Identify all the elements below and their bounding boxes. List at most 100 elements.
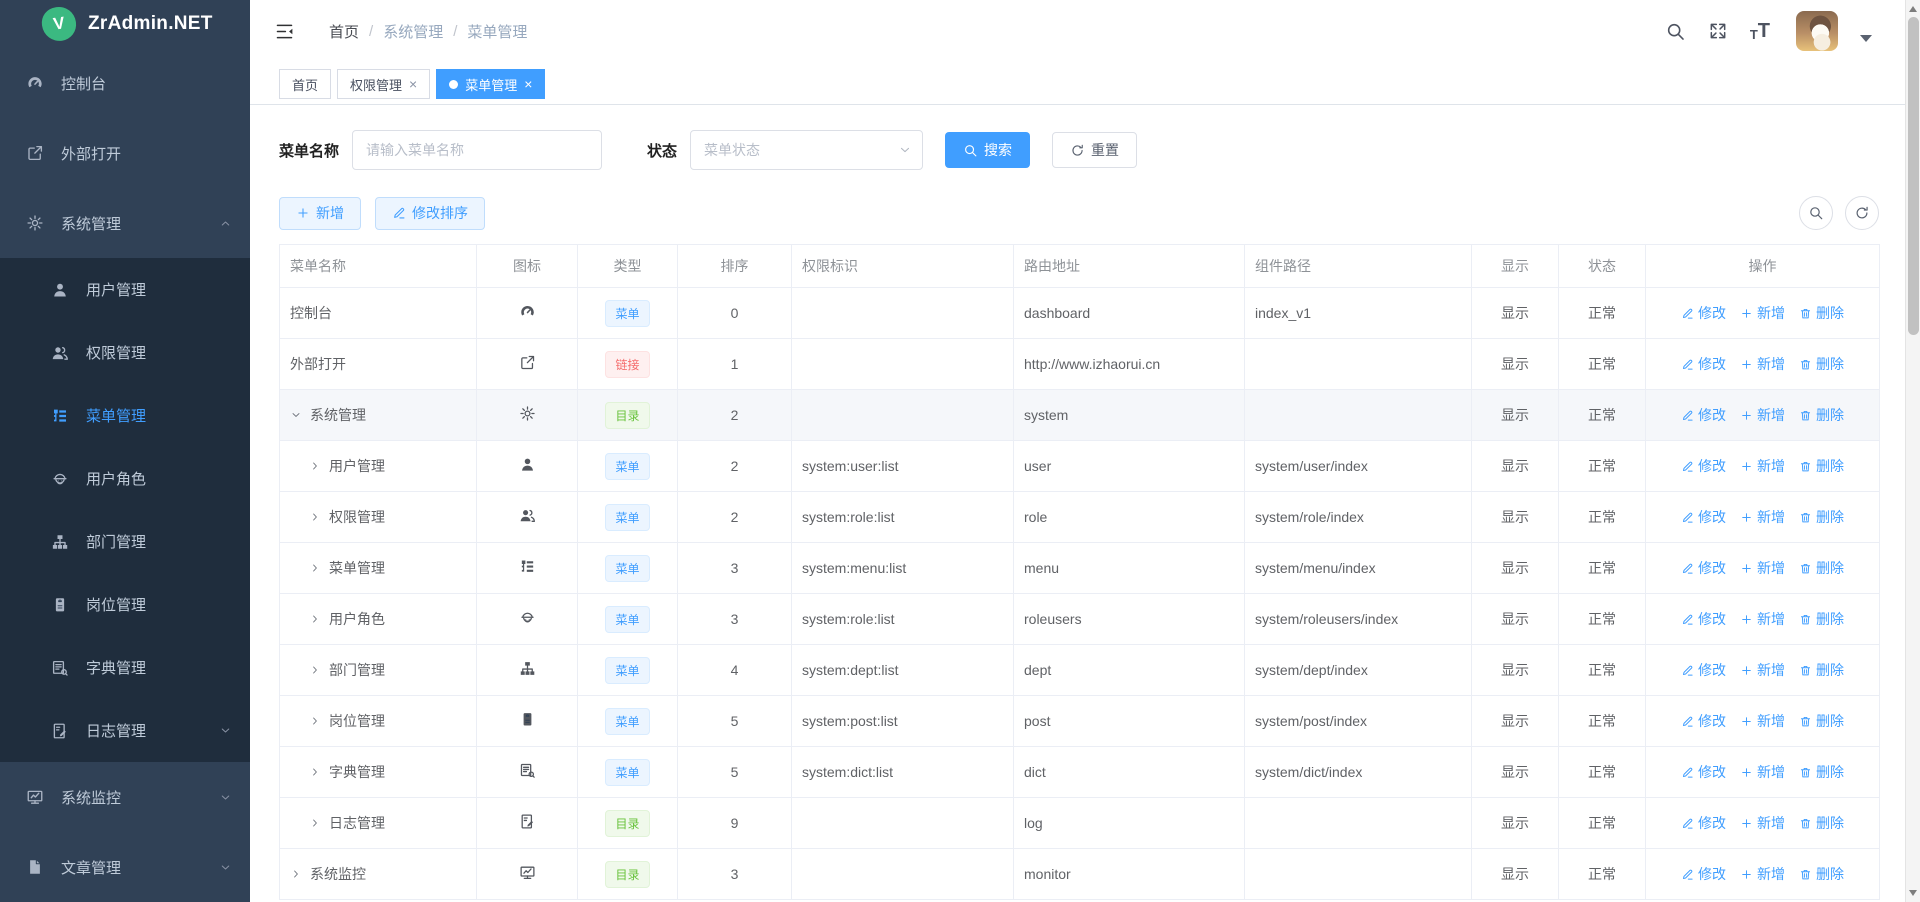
row-delete-link[interactable]: 删除 — [1799, 405, 1844, 425]
tab-role[interactable]: 权限管理× — [337, 69, 430, 99]
table-row-log[interactable]: 日志管理目录9log显示正常修改新增删除 — [280, 798, 1880, 849]
app-logo[interactable]: V ZrAdmin.NET — [0, 0, 250, 48]
table-row-external[interactable]: 外部打开链接1http://www.izhaorui.cn显示正常修改新增删除 — [280, 339, 1880, 390]
search-icon[interactable] — [1665, 21, 1686, 42]
search-button[interactable]: 搜索 — [945, 132, 1030, 168]
row-edit-link[interactable]: 修改 — [1681, 762, 1726, 782]
row-add-link[interactable]: 新增 — [1740, 303, 1785, 323]
row-delete-link[interactable]: 删除 — [1799, 711, 1844, 731]
type-tag: 目录 — [605, 810, 649, 837]
ops-cell: 修改新增删除 — [1646, 747, 1880, 798]
menu-name: 控制台 — [290, 303, 332, 323]
component-cell — [1245, 798, 1472, 849]
table-row-dict[interactable]: 字典管理菜单5system:dict:listdictsystem/dict/i… — [280, 747, 1880, 798]
tab-home[interactable]: 首页 — [279, 69, 331, 99]
dict-icon — [50, 659, 70, 677]
row-add-link[interactable]: 新增 — [1740, 762, 1785, 782]
row-delete-link[interactable]: 删除 — [1799, 456, 1844, 476]
close-icon[interactable]: × — [409, 77, 417, 91]
breadcrumb-item[interactable]: 首页 — [329, 21, 359, 42]
menu-name: 用户管理 — [329, 456, 385, 476]
caret-down-icon[interactable] — [1860, 35, 1872, 42]
sidebar-item-monitor[interactable]: 系统监控 — [0, 762, 250, 832]
show-search-button[interactable] — [1799, 196, 1833, 230]
sidebar-item-dept[interactable]: 部门管理 — [0, 510, 250, 573]
table-row-system[interactable]: 系统管理目录2system显示正常修改新增删除 — [280, 390, 1880, 441]
menu-name-input[interactable] — [352, 130, 602, 170]
sidebar-item-dict[interactable]: 字典管理 — [0, 636, 250, 699]
row-edit-link[interactable]: 修改 — [1681, 813, 1726, 833]
row-edit-link[interactable]: 修改 — [1681, 507, 1726, 527]
sidebar-item-system[interactable]: 系统管理 — [0, 188, 250, 258]
tab-menu[interactable]: 菜单管理× — [436, 69, 545, 99]
scrollbar-thumb[interactable] — [1908, 17, 1919, 335]
row-edit-link[interactable]: 修改 — [1681, 660, 1726, 680]
row-delete-link[interactable]: 删除 — [1799, 762, 1844, 782]
row-edit-link[interactable]: 修改 — [1681, 609, 1726, 629]
row-add-link[interactable]: 新增 — [1740, 354, 1785, 374]
sidebar-item-menu[interactable]: 菜单管理 — [0, 384, 250, 447]
row-add-link[interactable]: 新增 — [1740, 405, 1785, 425]
sidebar-item-log[interactable]: 日志管理 — [0, 699, 250, 762]
sidebar-item-role[interactable]: 权限管理 — [0, 321, 250, 384]
plus-icon — [1740, 817, 1753, 830]
sidebar-item-user[interactable]: 用户管理 — [0, 258, 250, 321]
scroll-down-icon[interactable] — [1909, 890, 1917, 896]
user-avatar[interactable] — [1796, 11, 1838, 51]
row-delete-link[interactable]: 删除 — [1799, 864, 1844, 884]
table-row-user[interactable]: 用户管理菜单2system:user:listusersystem/user/i… — [280, 441, 1880, 492]
menu-type-cell: 菜单 — [578, 747, 678, 798]
row-edit-link[interactable]: 修改 — [1681, 456, 1726, 476]
close-icon[interactable]: × — [524, 77, 532, 91]
row-add-link[interactable]: 新增 — [1740, 507, 1785, 527]
refresh-table-button[interactable] — [1845, 196, 1879, 230]
table-row-role[interactable]: 权限管理菜单2system:role:listrolesystem/role/i… — [280, 492, 1880, 543]
row-delete-link[interactable]: 删除 — [1799, 303, 1844, 323]
table-row-monitor[interactable]: 系统监控目录3monitor显示正常修改新增删除 — [280, 849, 1880, 900]
row-add-link[interactable]: 新增 — [1740, 456, 1785, 476]
sidebar-item-external[interactable]: 外部打开 — [0, 118, 250, 188]
reset-button[interactable]: 重置 — [1052, 132, 1137, 168]
row-delete-link[interactable]: 删除 — [1799, 354, 1844, 374]
sidebar-item-roleusers[interactable]: 用户角色 — [0, 447, 250, 510]
sidebar-item-post[interactable]: 岗位管理 — [0, 573, 250, 636]
row-edit-link[interactable]: 修改 — [1681, 558, 1726, 578]
table-row-dept[interactable]: 部门管理菜单4system:dept:listdeptsystem/dept/i… — [280, 645, 1880, 696]
table-row-post[interactable]: 岗位管理菜单5system:post:listpostsystem/post/i… — [280, 696, 1880, 747]
row-edit-link[interactable]: 修改 — [1681, 405, 1726, 425]
sidebar-item-dashboard[interactable]: 控制台 — [0, 48, 250, 118]
sidebar-item-article[interactable]: 文章管理 — [0, 832, 250, 902]
row-edit-link[interactable]: 修改 — [1681, 303, 1726, 323]
table-row-menu[interactable]: 菜单管理菜单3system:menu:listmenusystem/menu/i… — [280, 543, 1880, 594]
row-add-link[interactable]: 新增 — [1740, 660, 1785, 680]
row-add-link[interactable]: 新增 — [1740, 711, 1785, 731]
status-select-input[interactable] — [690, 130, 923, 170]
fullscreen-icon[interactable] — [1708, 21, 1728, 41]
row-delete-link[interactable]: 删除 — [1799, 507, 1844, 527]
row-edit-link[interactable]: 修改 — [1681, 864, 1726, 884]
page-scrollbar[interactable] — [1905, 0, 1920, 902]
top-navbar: 首页/系统管理/菜单管理 TT — [250, 0, 1920, 62]
row-add-link[interactable]: 新增 — [1740, 609, 1785, 629]
row-delete-link[interactable]: 删除 — [1799, 609, 1844, 629]
row-add-link[interactable]: 新增 — [1740, 558, 1785, 578]
edit-sort-button[interactable]: 修改排序 — [375, 197, 485, 230]
row-edit-link[interactable]: 修改 — [1681, 711, 1726, 731]
row-delete-link[interactable]: 删除 — [1799, 813, 1844, 833]
row-delete-link[interactable]: 删除 — [1799, 558, 1844, 578]
component-cell: system/menu/index — [1245, 543, 1472, 594]
status-select[interactable] — [690, 130, 923, 170]
plus-icon — [1740, 409, 1753, 422]
row-add-link[interactable]: 新增 — [1740, 864, 1785, 884]
sidebar-item-label: 系统管理 — [61, 213, 202, 234]
row-delete-link[interactable]: 删除 — [1799, 660, 1844, 680]
perm-cell: system:dict:list — [792, 747, 1014, 798]
font-size-icon[interactable]: TT — [1750, 21, 1770, 41]
menu-fold-icon[interactable] — [274, 21, 295, 42]
table-row-dashboard[interactable]: 控制台菜单0dashboardindex_v1显示正常修改新增删除 — [280, 288, 1880, 339]
add-button[interactable]: 新增 — [279, 197, 361, 230]
table-row-roleusers[interactable]: 用户角色菜单3system:role:listroleuserssystem/r… — [280, 594, 1880, 645]
row-edit-link[interactable]: 修改 — [1681, 354, 1726, 374]
row-add-link[interactable]: 新增 — [1740, 813, 1785, 833]
scroll-up-icon[interactable] — [1909, 6, 1917, 12]
